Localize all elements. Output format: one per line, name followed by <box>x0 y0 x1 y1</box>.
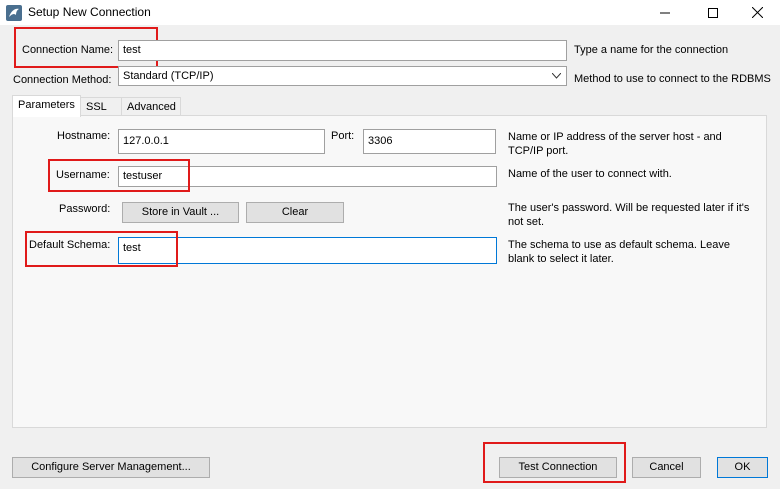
highlight-box-test-connection <box>483 442 626 483</box>
connection-method-select[interactable]: Standard (TCP/IP) <box>118 66 567 86</box>
window-title: Setup New Connection <box>28 5 151 19</box>
highlight-box-default-schema <box>25 231 178 267</box>
password-hint: The user's password. Will be requested l… <box>508 202 750 228</box>
minimize-icon <box>660 12 670 13</box>
connection-method-hint: Method to use to connect to the RDBMS <box>574 73 771 85</box>
minimize-button[interactable] <box>642 0 688 25</box>
maximize-icon <box>708 7 718 18</box>
hostname-input[interactable]: 127.0.0.1 <box>118 129 325 154</box>
connection-name-hint: Type a name for the connection <box>574 44 729 56</box>
connection-method-value: Standard (TCP/IP) <box>123 70 214 82</box>
ok-button[interactable]: OK <box>717 457 768 478</box>
username-hint: Name of the user to connect with. <box>508 168 672 180</box>
port-label: Port: <box>331 130 355 142</box>
title-bar: Setup New Connection <box>0 0 780 25</box>
close-button[interactable] <box>734 0 780 25</box>
port-input[interactable]: 3306 <box>363 129 496 154</box>
highlight-box-username <box>48 159 190 192</box>
connection-method-label: Connection Method: <box>13 74 112 86</box>
connection-name-input[interactable]: test <box>118 40 567 61</box>
clear-password-button[interactable]: Clear <box>246 202 344 223</box>
store-in-vault-button[interactable]: Store in Vault ... <box>122 202 239 223</box>
maximize-button[interactable] <box>690 0 736 25</box>
default-schema-hint: The schema to use as default schema. Lea… <box>508 239 730 265</box>
mysql-dolphin-icon <box>6 5 22 21</box>
hostname-hint: Name or IP address of the server host - … <box>508 131 722 157</box>
tab-advanced[interactable]: Advanced <box>121 97 181 117</box>
tab-ssl[interactable]: SSL <box>80 97 122 117</box>
chevron-down-icon <box>552 73 561 79</box>
close-icon <box>751 7 763 18</box>
tab-parameters[interactable]: Parameters <box>12 95 81 117</box>
hostname-label: Hostname: <box>57 130 111 142</box>
cancel-button[interactable]: Cancel <box>632 457 701 478</box>
password-label: Password: <box>59 203 111 215</box>
configure-server-management-button[interactable]: Configure Server Management... <box>12 457 210 478</box>
